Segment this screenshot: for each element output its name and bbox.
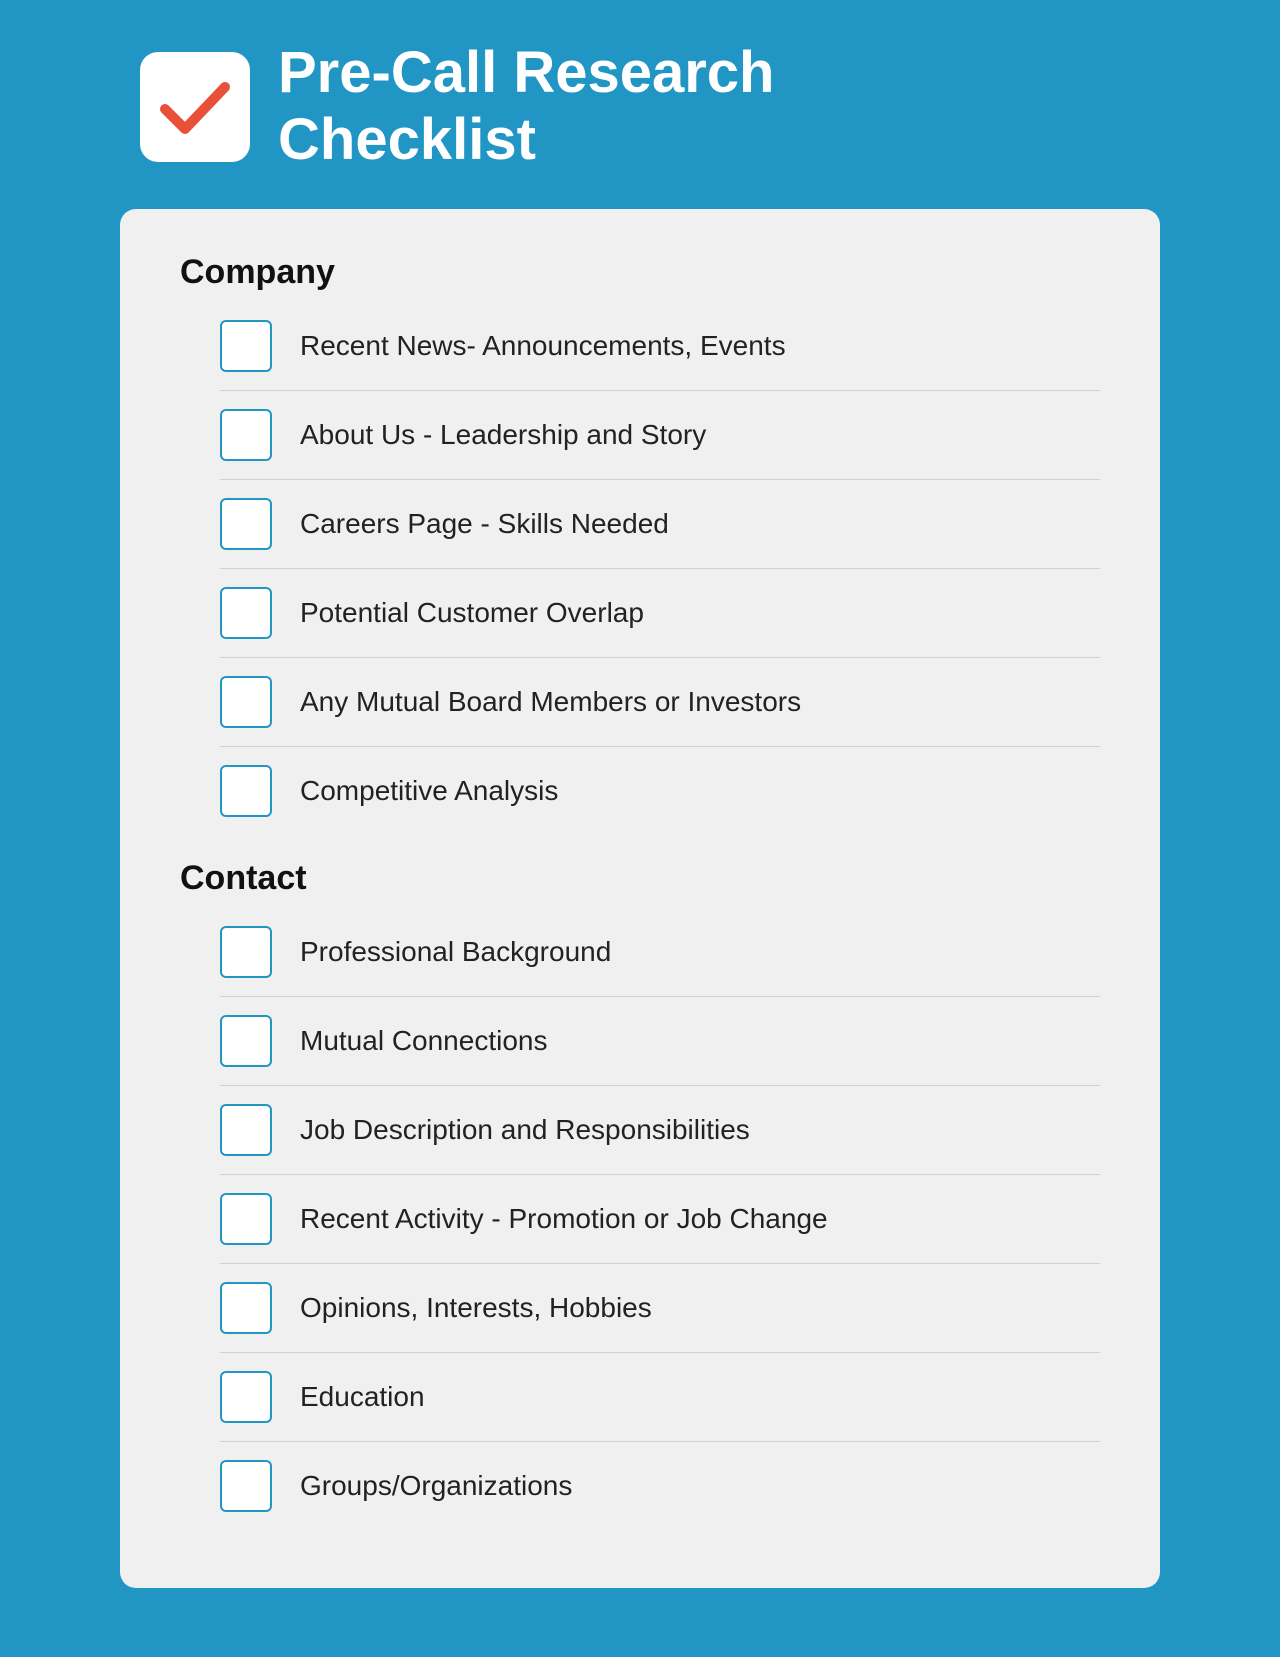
item-label-recent-activity: Recent Activity - Promotion or Job Chang… [300, 1203, 828, 1235]
list-item: Groups/Organizations [220, 1442, 1100, 1530]
checkbox-careers-page[interactable] [220, 498, 272, 550]
list-item: Opinions, Interests, Hobbies [220, 1264, 1100, 1353]
header-icon [140, 52, 250, 162]
item-label-competitive-analysis: Competitive Analysis [300, 775, 558, 807]
item-label-careers-page: Careers Page - Skills Needed [300, 508, 669, 540]
header-title: Pre-Call Research Checklist [278, 40, 774, 173]
header: Pre-Call Research Checklist [120, 40, 1160, 173]
checkbox-customer-overlap[interactable] [220, 587, 272, 639]
checkbox-recent-activity[interactable] [220, 1193, 272, 1245]
item-label-opinions-interests: Opinions, Interests, Hobbies [300, 1292, 652, 1324]
page-container: Pre-Call Research Checklist Company Rece… [120, 40, 1160, 1588]
checkbox-about-us[interactable] [220, 409, 272, 461]
checkbox-opinions-interests[interactable] [220, 1282, 272, 1334]
item-label-professional-background: Professional Background [300, 936, 611, 968]
title-line1: Pre-Call Research [278, 40, 774, 105]
checkbox-mutual-connections[interactable] [220, 1015, 272, 1067]
item-label-job-description: Job Description and Responsibilities [300, 1114, 750, 1146]
section-company: Company Recent News- Announcements, Even… [180, 253, 1100, 835]
item-label-customer-overlap: Potential Customer Overlap [300, 597, 644, 629]
checkbox-education[interactable] [220, 1371, 272, 1423]
checkbox-board-members[interactable] [220, 676, 272, 728]
section-contact: Contact Professional Background Mutual C… [180, 859, 1100, 1530]
checkbox-groups-organizations[interactable] [220, 1460, 272, 1512]
checkbox-job-description[interactable] [220, 1104, 272, 1156]
list-item: About Us - Leadership and Story [220, 391, 1100, 480]
list-item: Careers Page - Skills Needed [220, 480, 1100, 569]
list-item: Competitive Analysis [220, 747, 1100, 835]
item-label-mutual-connections: Mutual Connections [300, 1025, 547, 1057]
list-item: Any Mutual Board Members or Investors [220, 658, 1100, 747]
company-items-list: Recent News- Announcements, Events About… [220, 302, 1100, 835]
title-line2: Checklist [278, 107, 536, 172]
checkbox-recent-news[interactable] [220, 320, 272, 372]
list-item: Recent News- Announcements, Events [220, 302, 1100, 391]
checkbox-competitive-analysis[interactable] [220, 765, 272, 817]
checkmark-icon [155, 67, 235, 147]
list-item: Professional Background [220, 908, 1100, 997]
list-item: Potential Customer Overlap [220, 569, 1100, 658]
section-heading-contact: Contact [180, 859, 1100, 898]
list-item: Recent Activity - Promotion or Job Chang… [220, 1175, 1100, 1264]
item-label-about-us: About Us - Leadership and Story [300, 419, 706, 451]
list-item: Mutual Connections [220, 997, 1100, 1086]
list-item: Job Description and Responsibilities [220, 1086, 1100, 1175]
item-label-board-members: Any Mutual Board Members or Investors [300, 686, 801, 718]
list-item: Education [220, 1353, 1100, 1442]
item-label-groups-organizations: Groups/Organizations [300, 1470, 572, 1502]
item-label-recent-news: Recent News- Announcements, Events [300, 330, 786, 362]
checklist-card: Company Recent News- Announcements, Even… [120, 209, 1160, 1588]
item-label-education: Education [300, 1381, 425, 1413]
checkbox-professional-background[interactable] [220, 926, 272, 978]
contact-items-list: Professional Background Mutual Connectio… [220, 908, 1100, 1530]
section-heading-company: Company [180, 253, 1100, 292]
